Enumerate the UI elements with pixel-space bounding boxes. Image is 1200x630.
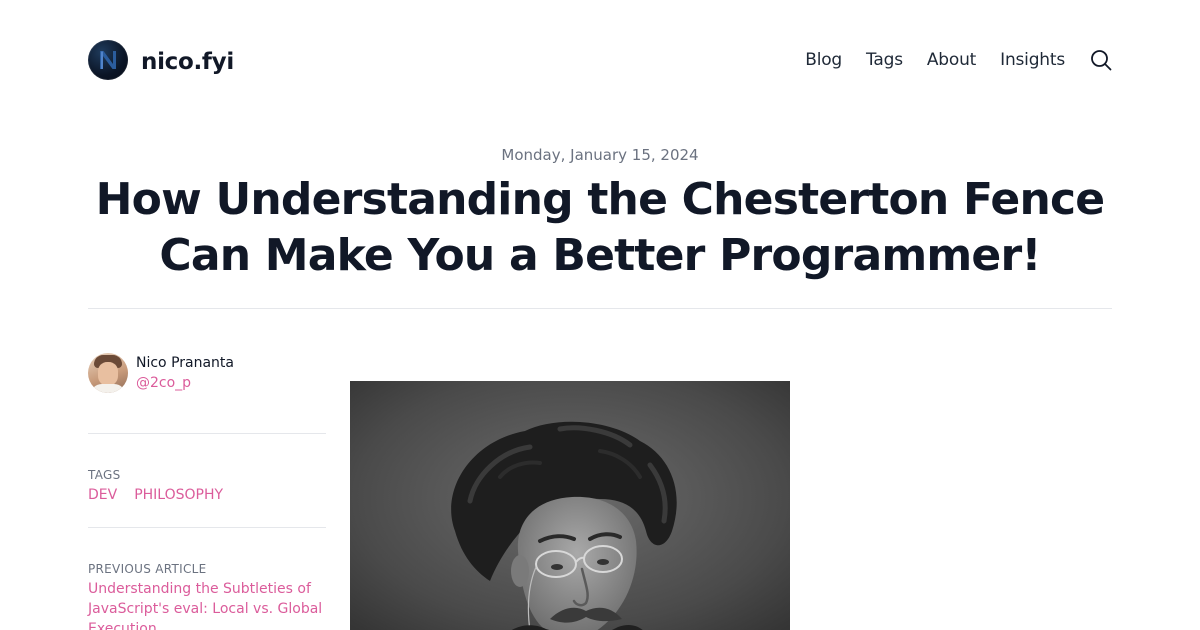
post-date: Monday, January 15, 2024 <box>501 146 699 164</box>
previous-article-link[interactable]: Understanding the Subtleties of JavaScri… <box>88 579 324 630</box>
tag-dev[interactable]: DEV <box>88 485 117 505</box>
previous-article-label: PREVIOUS ARTICLE <box>88 562 207 576</box>
main-nav: Blog Tags About Insights <box>805 40 1112 80</box>
nav-blog[interactable]: Blog <box>805 50 842 70</box>
brand-link[interactable]: nico.fyi <box>88 40 234 80</box>
n-monogram-logo <box>88 40 128 80</box>
search-icon[interactable] <box>1090 49 1112 71</box>
author-name: Nico Prananta <box>136 355 234 371</box>
sidebar-divider <box>88 433 326 434</box>
tags-section: TAGS DEV PHILOSOPHY <box>88 467 326 505</box>
sidebar-divider <box>88 527 326 528</box>
nav-tags[interactable]: Tags <box>866 50 903 70</box>
avatar[interactable] <box>88 353 128 393</box>
nav-insights[interactable]: Insights <box>1000 50 1065 70</box>
post-title: How Understanding the Chesterton Fence C… <box>95 174 1105 281</box>
page: nico.fyi Blog Tags About Insights Monday… <box>0 0 1200 630</box>
tag-philosophy[interactable]: PHILOSOPHY <box>134 485 223 505</box>
title-divider <box>88 308 1112 309</box>
article-hero-photo <box>350 381 790 630</box>
tags-label: TAGS <box>88 468 121 482</box>
site-header: nico.fyi Blog Tags About Insights <box>88 40 1112 80</box>
previous-article-section: PREVIOUS ARTICLE Understanding the Subtl… <box>88 561 326 630</box>
nav-about[interactable]: About <box>927 50 976 70</box>
brand-name: nico.fyi <box>141 49 234 75</box>
author-card: Nico Prananta @2co_p <box>88 352 326 394</box>
post-sidebar: Nico Prananta @2co_p TAGS DEV PHILOSOPHY… <box>88 352 326 630</box>
author-handle-link[interactable]: @2co_p <box>136 373 234 393</box>
